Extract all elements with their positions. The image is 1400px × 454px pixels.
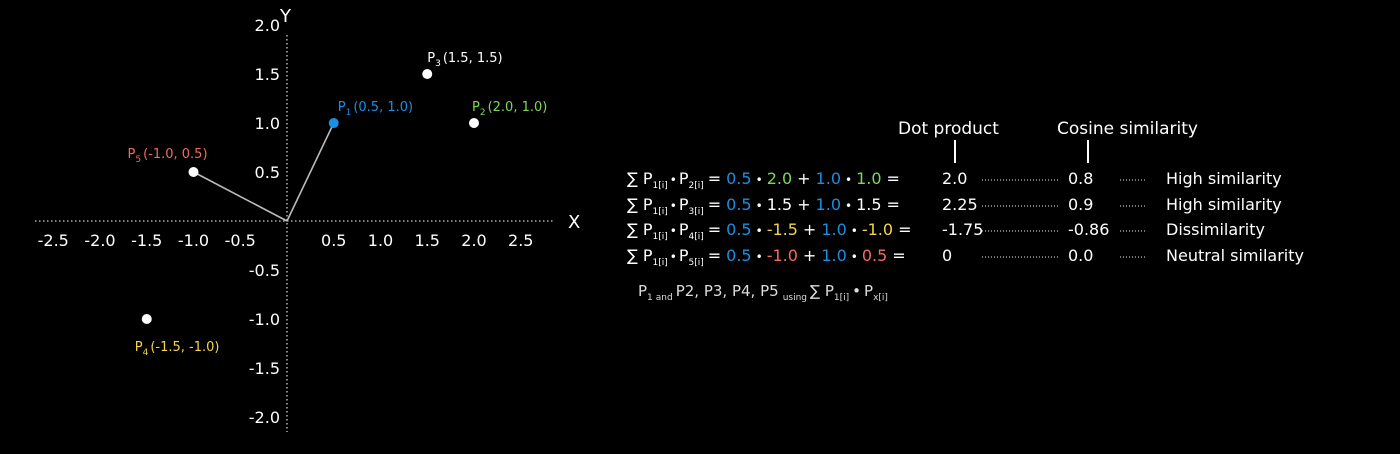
point-label-p5: P5 (-1.0, 0.5) [128,147,208,165]
similarity-label: Neutral similarity [1166,246,1304,265]
point-label-p3: P3 (1.5, 1.5) [427,51,502,69]
y-tick-label: -0.5 [249,261,280,280]
y-tick-label: -1.5 [249,359,280,378]
x-tick-label: 0.5 [321,231,346,250]
x-axis-label: X [568,212,580,233]
y-tick-label: -2.0 [249,408,280,427]
y-tick-label: 0.5 [255,163,280,182]
x-tick-label: -2.0 [84,231,115,250]
dot-product-value: 2.25 [942,195,978,214]
y-tick-label: -1.0 [249,310,280,329]
similarity-label: High similarity [1166,169,1282,188]
equation-row: ∑ P1[i] • P5[i] = 0.5 • -1.0 +1.0 • 0.5 = 0 0.0 Neutr… [627,246,1304,268]
equation-expression: ∑ P1[i] • P3[i] = 0.5 • 1.5 +1.0 • 1.5 = [627,195,900,217]
vector-line-p1 [286,122,335,222]
x-tick-label: -0.5 [225,231,256,250]
y-tick-label: 1.5 [255,65,280,84]
cosine-similarity-header: Cosine similarity [1057,119,1198,139]
x-tick-labels: -2.5 -2.0 -1.5 -1.0 -0.5 0.5 1.0 1.5 2.0 2.5 [38,231,534,250]
equation-row: ∑ P1[i] • P4[i] = 0.5 • -1.5 +1.0 • -1.0 = -1.75 -0.… [627,220,1265,242]
point-p5 [188,167,199,177]
dot-product-value: 0 [942,246,952,265]
point-label-p2: P2 (2.0, 1.0) [472,100,547,118]
footnote: P1 and P2, P3, P4, P5 using ∑ P1[i] • Px[i] [638,282,888,303]
y-axis-label: Y [279,6,292,27]
cosine-value: 0.0 [1068,246,1093,265]
equation-row: ∑ P1[i] • P3[i] = 0.5 • 1.5 +1.0 • 1.5 = 2.25 0.9 Hig… [627,195,1282,217]
x-tick-label: 2.5 [508,231,533,250]
equation-expression: ∑ P1[i] • P4[i] = 0.5 • -1.5 +1.0 • -1.0 = [627,220,911,242]
dot-product-header: Dot product [898,119,999,139]
point-p4 [141,314,152,324]
similarity-label: Dissimilarity [1166,220,1265,239]
equations: ∑ P1[i] • P2[i] = 0.5 • 2.0 +1.0 • 1.0 = 2.0 0.8 High… [627,169,1304,268]
point-label-p4: P4 (-1.5, -1.0) [135,340,220,358]
cosine-value: 0.8 [1068,169,1093,188]
point-p2 [469,118,479,128]
cosine-value: -0.86 [1068,220,1109,239]
x-tick-label: 2.0 [461,231,486,250]
x-tick-label: -1.5 [131,231,162,250]
point-p3 [422,69,433,79]
x-tick-label: 1.5 [415,231,440,250]
point-label-p1: P1 (0.5, 1.0) [338,100,413,118]
y-tick-label: 2.0 [255,16,280,35]
diagram-canvas: X Y -2.5 -2.0 -1.5 -1.0 -0.5 0.5 1.0 1.5 2.0 2.5 … [35,6,1304,432]
equation-expression: ∑ P1[i] • P5[i] = 0.5 • -1.0 +1.0 • 0.5 = [627,246,906,268]
equation-row: ∑ P1[i] • P2[i] = 0.5 • 2.0 +1.0 • 1.0 = 2.0 0.8 High… [627,169,1282,191]
x-tick-label: 1.0 [368,231,393,250]
cosine-value: 0.9 [1068,195,1093,214]
similarity-label: High similarity [1166,195,1282,214]
y-tick-label: 1.0 [255,114,280,133]
x-tick-label: -1.0 [178,231,209,250]
x-tick-label: -2.5 [38,231,69,250]
dot-product-value: 2.0 [942,169,967,188]
points: P1 (0.5, 1.0) P2 (2.0, 1.0) P3 (1.5, 1.5) P4 (-… [128,51,548,358]
dot-product-value: -1.75 [942,220,983,239]
point-p1 [328,118,339,128]
equation-expression: ∑ P1[i] • P2[i] = 0.5 • 2.0 +1.0 • 1.0 = [627,169,900,191]
